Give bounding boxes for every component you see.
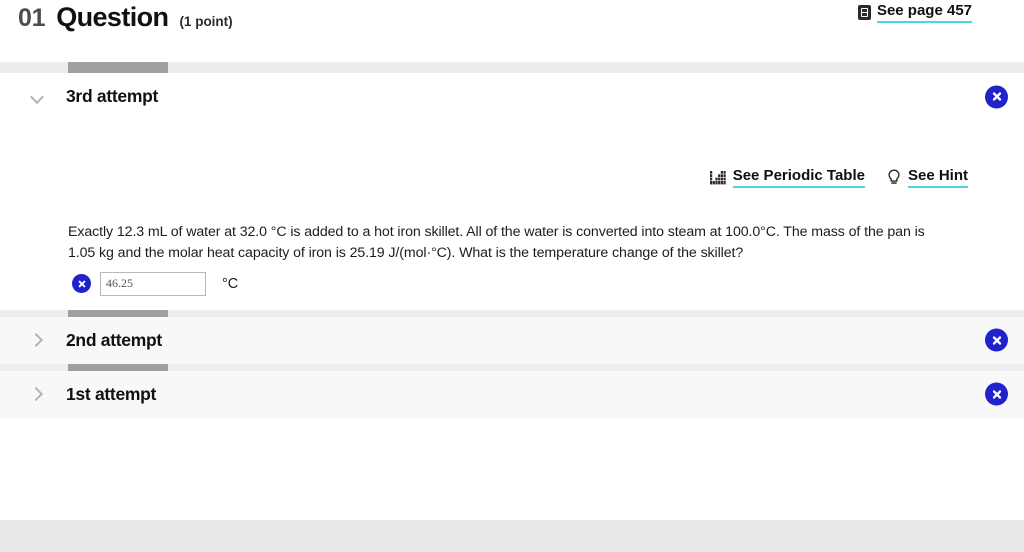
question-header-left: 01 Question (1 point) bbox=[18, 2, 233, 33]
attempt-label-3rd: 3rd attempt bbox=[66, 86, 158, 106]
see-periodic-table-label[interactable]: See Periodic Table bbox=[732, 167, 865, 188]
periodic-table-icon bbox=[709, 170, 726, 185]
close-icon bbox=[992, 92, 1001, 101]
book-icon bbox=[857, 5, 871, 21]
question-header: 01 Question (1 point) See page 457 bbox=[0, 0, 1024, 62]
status-badge-incorrect-2nd[interactable] bbox=[985, 328, 1008, 352]
attempt-label-1st: 1st attempt bbox=[66, 383, 157, 404]
close-icon bbox=[992, 335, 1001, 345]
page-title: Question bbox=[56, 2, 169, 32]
answer-unit-label: °C bbox=[222, 275, 239, 292]
attempt-header-1st[interactable]: 1st attempt bbox=[0, 370, 1024, 418]
close-icon bbox=[992, 389, 1001, 399]
attempt-header-2nd[interactable]: 2nd attempt bbox=[0, 316, 1024, 364]
attempt-progress-track-2 bbox=[0, 309, 1024, 317]
tool-links: See Periodic Table See Hint bbox=[0, 120, 1024, 188]
see-hint-link[interactable]: See Hint bbox=[887, 167, 968, 188]
question-number: 01 bbox=[18, 4, 46, 32]
question-points: (1 point) bbox=[179, 14, 233, 29]
attempt-progress-fill-2 bbox=[68, 309, 168, 317]
status-badge-incorrect-1st[interactable] bbox=[985, 382, 1008, 406]
status-badge-incorrect-3rd[interactable] bbox=[985, 85, 1008, 108]
attempt-header-3rd[interactable]: 3rd attempt bbox=[0, 73, 1024, 120]
reference-link-label[interactable]: See page 457 bbox=[876, 2, 972, 23]
attempt-progress-track-3 bbox=[0, 62, 1024, 73]
see-hint-label[interactable]: See Hint bbox=[907, 167, 968, 188]
chevron-down-icon[interactable] bbox=[28, 88, 46, 106]
chevron-right-icon[interactable] bbox=[28, 385, 46, 403]
reference-link[interactable]: See page 457 bbox=[857, 2, 972, 23]
close-icon bbox=[78, 280, 85, 287]
attempt-progress-fill-1 bbox=[68, 363, 168, 371]
lightbulb-icon bbox=[888, 169, 900, 185]
chevron-right-icon[interactable] bbox=[28, 331, 46, 349]
see-periodic-table-link[interactable]: See Periodic Table bbox=[709, 167, 865, 188]
answer-input[interactable] bbox=[100, 271, 206, 296]
question-body-text: Exactly 12.3 mL of water at 32.0 °C is a… bbox=[68, 223, 925, 261]
footer-band bbox=[0, 520, 1024, 552]
attempt-body-3rd: See Periodic Table See Hint Exactly 12.3… bbox=[0, 120, 1024, 310]
attempt-label-2nd: 2nd attempt bbox=[66, 329, 162, 350]
attempt-progress-track-1 bbox=[0, 363, 1024, 371]
answer-status-incorrect-icon[interactable] bbox=[72, 274, 91, 293]
answer-row: °C bbox=[72, 271, 1024, 296]
attempt-progress-fill-3 bbox=[68, 62, 168, 73]
